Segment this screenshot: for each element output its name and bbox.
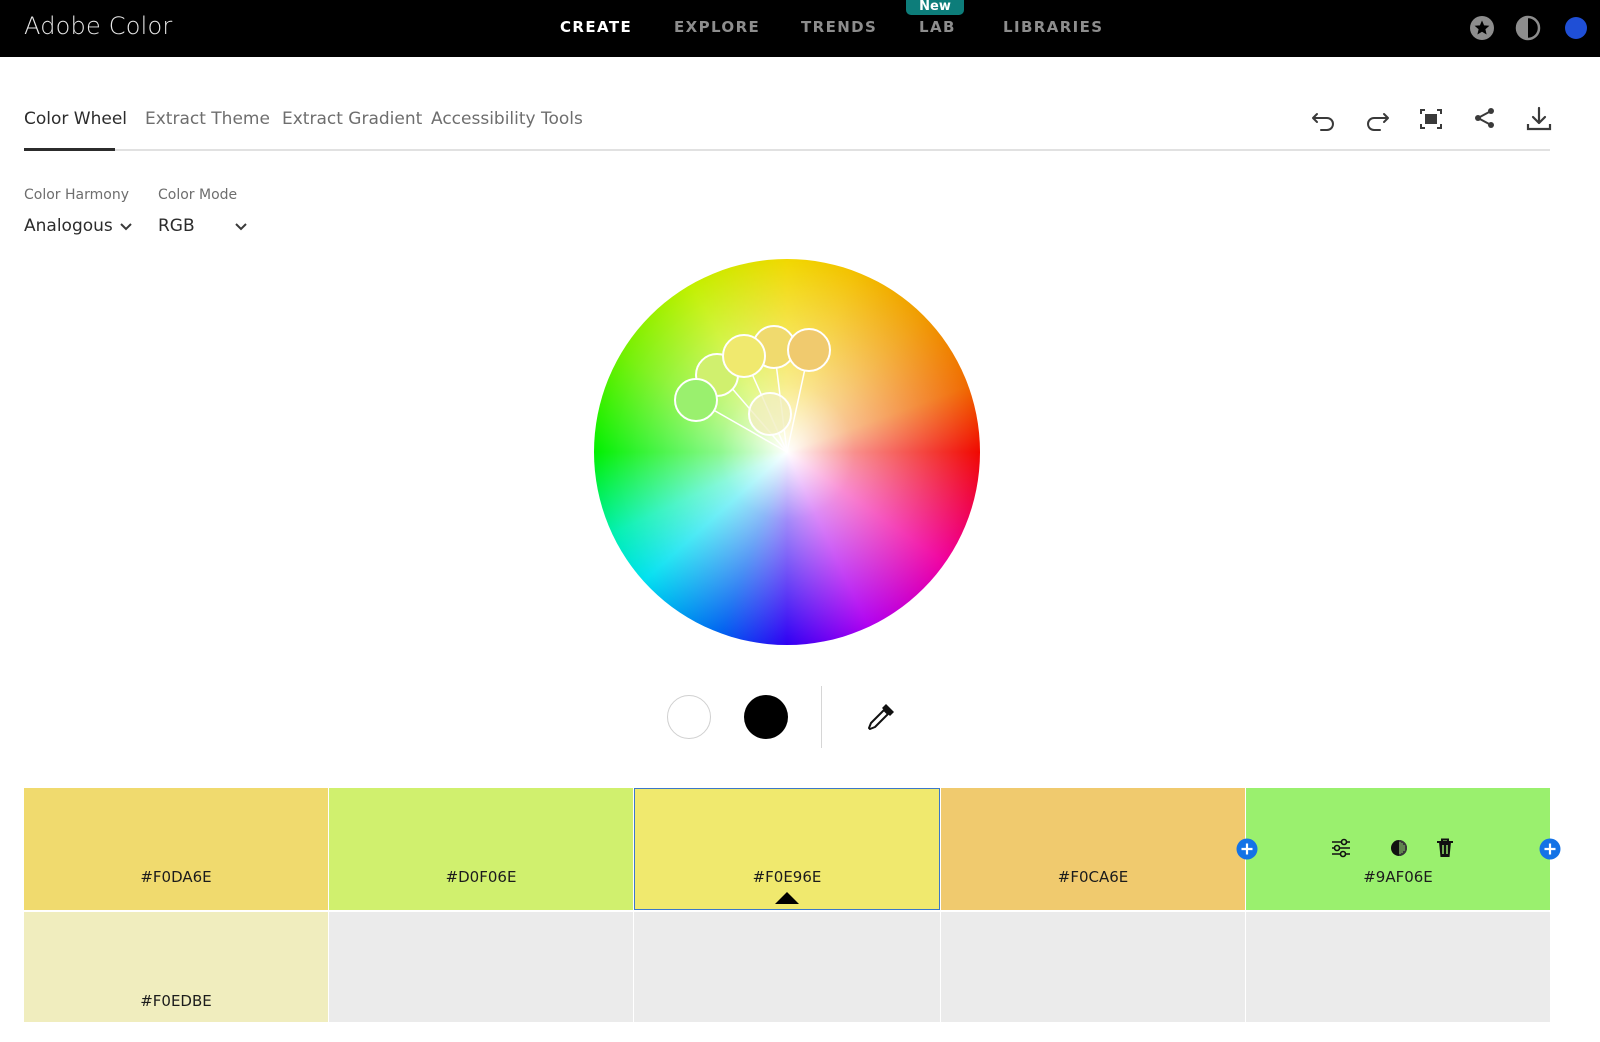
palette-hex-1[interactable]: #F0DA6E: [24, 868, 328, 886]
color-mode-label: Color Mode: [158, 187, 238, 203]
nav-trends[interactable]: TRENDS: [801, 18, 877, 36]
color-harmony-label: Color Harmony: [24, 187, 129, 203]
star-icon[interactable]: [1468, 14, 1496, 42]
tab-accessibility-tools[interactable]: Accessibility Tools: [431, 109, 583, 129]
shade-card-1[interactable]: #F0EDBE: [24, 912, 328, 1022]
color-harmony-dropdown[interactable]: Analogous: [24, 216, 113, 236]
black-swatch-button[interactable]: [744, 695, 788, 739]
palette-card-2[interactable]: #D0F06E: [329, 788, 633, 910]
user-avatar-icon[interactable]: [1560, 14, 1588, 42]
palette-hex-4[interactable]: #F0CA6E: [941, 868, 1245, 886]
chevron-down-icon[interactable]: [118, 219, 134, 235]
wheel-handle-f0ca6e[interactable]: [787, 328, 831, 372]
wheel-handles: [674, 325, 831, 453]
nav-create[interactable]: CREATE: [560, 18, 632, 36]
adjust-sliders-icon[interactable]: [1329, 836, 1353, 860]
contrast-icon[interactable]: [1514, 14, 1542, 42]
palette-card-1[interactable]: #F0DA6E: [24, 788, 328, 910]
shade-card-empty-2: [329, 912, 633, 1022]
palette-hex-2[interactable]: #D0F06E: [329, 868, 633, 886]
trash-icon[interactable]: [1433, 836, 1457, 860]
shade-card-empty-4: [941, 912, 1245, 1022]
palette-hex-5[interactable]: #9AF06E: [1246, 868, 1550, 886]
shade-hex-1[interactable]: #F0EDBE: [24, 992, 328, 1010]
wheel-handle-9af06e[interactable]: [674, 378, 718, 422]
top-navigation-bar: Adobe Color CREATE EXPLORE TRENDS New LA…: [0, 0, 1600, 57]
palette-card-4[interactable]: #F0CA6E: [941, 788, 1245, 910]
wheel-handle-f0e96e[interactable]: [722, 334, 766, 378]
fullscreen-icon[interactable]: [1416, 104, 1446, 134]
download-icon[interactable]: [1524, 104, 1554, 134]
eyedropper-icon[interactable]: [864, 700, 898, 734]
brand-logo[interactable]: Adobe Color: [24, 12, 172, 40]
nav-explore[interactable]: EXPLORE: [674, 18, 760, 36]
nav-libraries[interactable]: LIBRARIES: [1003, 18, 1104, 36]
add-color-right-button[interactable]: [1539, 838, 1561, 860]
color-mode-dropdown[interactable]: RGB: [158, 216, 195, 236]
tabs-divider: [24, 149, 1550, 151]
white-swatch-button[interactable]: [667, 695, 711, 739]
tab-extract-theme[interactable]: Extract Theme: [145, 109, 270, 129]
tab-color-wheel[interactable]: Color Wheel: [24, 109, 127, 129]
nav-lab[interactable]: LAB: [919, 18, 956, 36]
selected-pointer-icon: [775, 892, 799, 904]
shade-card-empty-5: [1246, 912, 1550, 1022]
share-icon[interactable]: [1470, 104, 1500, 134]
shade-toggle-icon[interactable]: [1387, 836, 1411, 860]
palette-hex-3[interactable]: #F0E96E: [634, 868, 940, 886]
active-tab-indicator: [24, 148, 115, 151]
shade-card-empty-3: [634, 912, 940, 1022]
redo-icon[interactable]: [1362, 104, 1392, 134]
tab-extract-gradient[interactable]: Extract Gradient: [282, 109, 422, 129]
wheel-handle-shade[interactable]: [748, 392, 792, 436]
undo-icon[interactable]: [1309, 104, 1339, 134]
chevron-down-icon[interactable]: [233, 219, 249, 235]
add-color-left-button[interactable]: [1236, 838, 1258, 860]
new-badge: New: [906, 0, 964, 15]
tools-divider: [821, 686, 822, 748]
